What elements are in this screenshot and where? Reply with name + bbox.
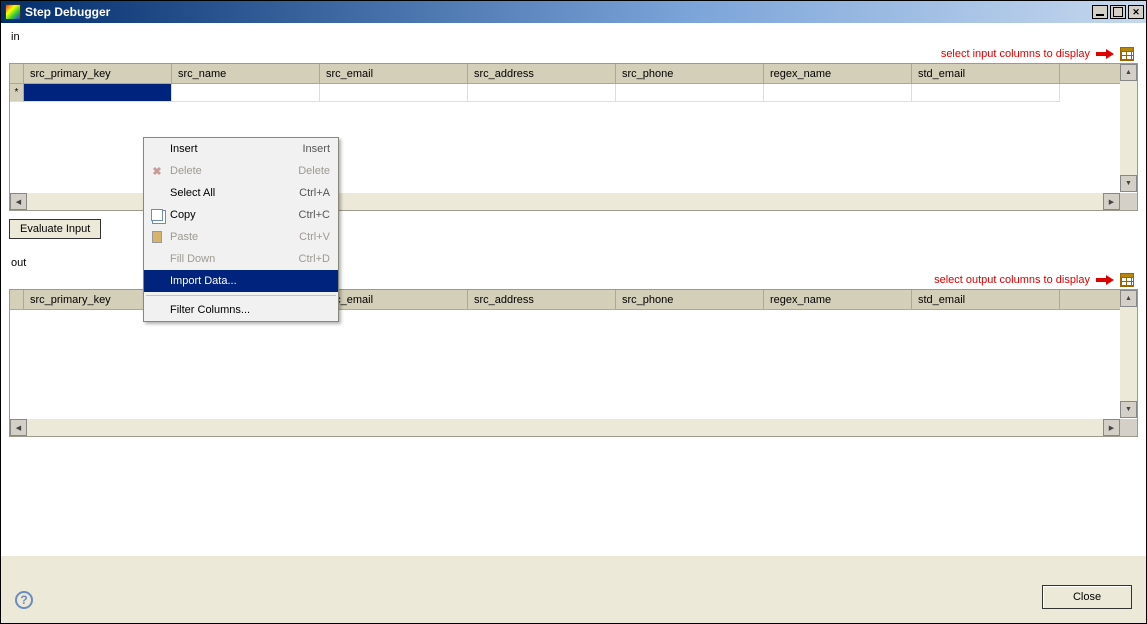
column-header[interactable]: src_address	[468, 64, 616, 84]
select-output-columns-button[interactable]	[1120, 273, 1134, 287]
output-hint-text: select output columns to display	[934, 274, 1090, 286]
column-header[interactable]: src_email	[320, 290, 468, 310]
scroll-right-icon[interactable]	[1103, 419, 1120, 436]
scroll-down-icon[interactable]	[1120, 401, 1137, 418]
help-icon[interactable]: ?	[15, 591, 33, 609]
evaluate-input-button[interactable]: Evaluate Input	[9, 219, 101, 239]
menu-item-filter-columns[interactable]: Filter Columns...	[144, 299, 338, 321]
column-header[interactable]: std_email	[912, 290, 1060, 310]
menu-label: Paste	[166, 231, 299, 243]
input-vertical-scrollbar[interactable]	[1120, 64, 1137, 192]
menu-label: Insert	[166, 143, 302, 155]
menu-shortcut: Ctrl+C	[299, 209, 330, 221]
input-cell-selected[interactable]	[24, 84, 172, 102]
column-header[interactable]: src_phone	[616, 64, 764, 84]
menu-separator	[146, 295, 336, 296]
menu-shortcut: Ctrl+V	[299, 231, 330, 243]
scroll-corner	[1120, 193, 1137, 210]
window-close-button[interactable]	[1128, 5, 1144, 19]
delete-icon: ✖	[148, 165, 166, 178]
column-header[interactable]: src_phone	[616, 290, 764, 310]
input-hint-row: select input columns to display	[9, 47, 1138, 61]
scroll-corner	[1120, 419, 1137, 436]
in-section-label: in	[11, 31, 1138, 43]
scroll-down-icon[interactable]	[1120, 175, 1137, 192]
close-button[interactable]: Close	[1042, 585, 1132, 609]
arrow-right-icon	[1096, 49, 1114, 59]
select-input-columns-button[interactable]	[1120, 47, 1134, 61]
menu-label: Fill Down	[166, 253, 299, 265]
menu-shortcut: Insert	[302, 143, 330, 155]
menu-shortcut: Ctrl+D	[299, 253, 330, 265]
menu-item-copy[interactable]: Copy Ctrl+C	[144, 204, 338, 226]
paste-icon	[148, 231, 166, 243]
row-marker[interactable]: *	[10, 84, 24, 102]
content-area: in select input columns to display src_p…	[1, 23, 1146, 555]
input-cell[interactable]	[912, 84, 1060, 102]
input-cell[interactable]	[616, 84, 764, 102]
bottom-bar: ? Close	[1, 555, 1146, 623]
menu-label: Filter Columns...	[166, 304, 330, 316]
input-corner-cell[interactable]	[10, 64, 24, 84]
column-header[interactable]: std_email	[912, 64, 1060, 84]
column-header[interactable]: src_address	[468, 290, 616, 310]
menu-label: Select All	[166, 187, 299, 199]
menu-item-select-all[interactable]: Select All Ctrl+A	[144, 182, 338, 204]
input-cell[interactable]	[172, 84, 320, 102]
menu-item-paste: Paste Ctrl+V	[144, 226, 338, 248]
output-horizontal-scrollbar[interactable]	[10, 419, 1120, 436]
app-icon	[5, 4, 21, 20]
input-cell[interactable]	[320, 84, 468, 102]
column-header[interactable]: regex_name	[764, 290, 912, 310]
minimize-button[interactable]	[1092, 5, 1108, 19]
column-header[interactable]: src_primary_key	[24, 64, 172, 84]
input-grid-header: src_primary_key src_name src_email src_a…	[10, 64, 1137, 84]
scroll-left-icon[interactable]	[10, 419, 27, 436]
input-new-row[interactable]: *	[10, 84, 1137, 102]
menu-item-delete: ✖ Delete Delete	[144, 160, 338, 182]
titlebar: Step Debugger	[1, 1, 1146, 23]
column-header[interactable]: src_email	[320, 64, 468, 84]
scroll-right-icon[interactable]	[1103, 193, 1120, 210]
scroll-up-icon[interactable]	[1120, 290, 1137, 307]
window-title: Step Debugger	[25, 5, 110, 19]
input-cell[interactable]	[764, 84, 912, 102]
input-grid-body[interactable]: *	[10, 84, 1137, 102]
menu-item-insert[interactable]: Insert Insert	[144, 138, 338, 160]
scroll-up-icon[interactable]	[1120, 64, 1137, 81]
menu-shortcut: Ctrl+A	[299, 187, 330, 199]
column-header[interactable]: src_name	[172, 64, 320, 84]
menu-item-fill-down: Fill Down Ctrl+D	[144, 248, 338, 270]
context-menu[interactable]: Insert Insert ✖ Delete Delete Select All…	[143, 137, 339, 322]
output-corner-cell[interactable]	[10, 290, 24, 310]
menu-label: Import Data...	[166, 275, 330, 287]
output-vertical-scrollbar[interactable]	[1120, 290, 1137, 418]
menu-item-import-data[interactable]: Import Data...	[144, 270, 338, 292]
menu-shortcut: Delete	[298, 165, 330, 177]
arrow-right-icon	[1096, 275, 1114, 285]
menu-label: Copy	[166, 209, 299, 221]
input-hint-text: select input columns to display	[941, 48, 1090, 60]
scroll-left-icon[interactable]	[10, 193, 27, 210]
input-cell[interactable]	[468, 84, 616, 102]
copy-icon	[148, 209, 166, 221]
menu-label: Delete	[166, 165, 298, 177]
column-header[interactable]: regex_name	[764, 64, 912, 84]
maximize-button[interactable]	[1110, 5, 1126, 19]
